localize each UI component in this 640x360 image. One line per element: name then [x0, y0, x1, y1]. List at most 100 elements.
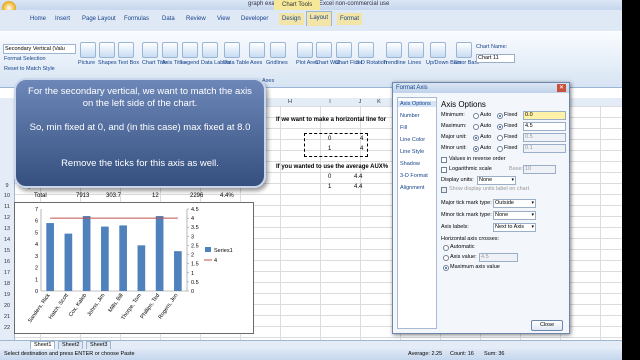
nav-alignment[interactable]: Alignment [400, 185, 424, 191]
chart-name-field[interactable]: Chart 11 [476, 54, 515, 63]
plot-area-icon[interactable] [297, 42, 313, 58]
picture-icon[interactable] [80, 42, 96, 58]
axis-titles-icon[interactable] [162, 42, 178, 58]
row-header[interactable]: 10 [0, 193, 14, 199]
minor-fixed-radio[interactable] [497, 146, 503, 152]
tab-formulas[interactable]: Formulas [124, 13, 149, 25]
chart-floor-icon[interactable] [336, 42, 352, 58]
row-header[interactable]: 19 [0, 292, 14, 298]
row-header[interactable]: 12 [0, 215, 14, 221]
nav-shadow[interactable]: Shadow [400, 161, 420, 167]
nav-fill[interactable]: Fill [400, 125, 407, 131]
gridlines-icon[interactable] [270, 42, 286, 58]
cell-value[interactable]: 4.4 [354, 174, 362, 180]
row-header[interactable]: 21 [0, 314, 14, 320]
nav-number[interactable]: Number [400, 113, 420, 119]
text-box-icon[interactable] [118, 42, 134, 58]
cell-value[interactable]: 303.7 [106, 193, 121, 199]
row-header[interactable]: 16 [0, 259, 14, 265]
minor-auto-radio[interactable] [473, 146, 479, 152]
up-down-bars-icon[interactable] [430, 42, 446, 58]
display-units-select[interactable]: None [477, 176, 516, 185]
row-header[interactable]: 13 [0, 226, 14, 232]
nav-line-color[interactable]: Line Color [400, 137, 425, 143]
minor-tick-select[interactable]: None [493, 211, 536, 220]
embedded-chart[interactable]: 0 1 2 3 4 5 6 7 0 0.5 1 1.5 2 2.5 3 3.5 4 4.5 Sanders, Ric… [14, 202, 254, 334]
cell-value[interactable]: 2296 [190, 193, 203, 199]
tab-data[interactable]: Data [162, 13, 175, 25]
tab-insert[interactable]: Insert [55, 13, 70, 25]
close-button[interactable]: Close [531, 320, 563, 331]
cell-value[interactable]: 4 [360, 136, 363, 142]
nav-axis-options[interactable]: Axis Options [398, 101, 436, 107]
cell-value[interactable]: 7913 [76, 193, 89, 199]
max-fixed-radio[interactable] [497, 124, 503, 130]
shapes-icon[interactable] [99, 42, 115, 58]
row-header[interactable]: 15 [0, 248, 14, 254]
crosses-max-radio[interactable] [443, 265, 449, 271]
error-bars-icon[interactable] [456, 42, 472, 58]
crosses-axis-value-radio[interactable] [443, 255, 449, 261]
log-scale-checkbox[interactable] [441, 167, 447, 173]
min-auto-radio[interactable] [473, 113, 479, 119]
tab-format[interactable]: Format [337, 13, 363, 25]
tab-home[interactable]: Home [30, 13, 46, 25]
row-header[interactable]: 14 [0, 237, 14, 243]
major-unit-input[interactable]: 0.5 [523, 133, 566, 142]
average-question[interactable]: If you wanted to use the average AUX% [276, 164, 388, 170]
major-fixed-radio[interactable] [497, 135, 503, 141]
column-header-h[interactable]: H [270, 98, 310, 106]
data-labels-icon[interactable] [202, 42, 218, 58]
cell-value[interactable]: 4.4 [354, 184, 362, 190]
cell-value[interactable]: 0 [328, 136, 331, 142]
column-header-k[interactable]: K [368, 98, 390, 106]
data-table-icon[interactable] [224, 42, 240, 58]
cell-value[interactable]: 0 [328, 174, 331, 180]
tab-design[interactable]: Design [279, 13, 304, 25]
min-value-input[interactable]: 0.0 [523, 111, 566, 120]
base-input[interactable]: 10 [523, 165, 556, 174]
dialog-close-icon[interactable]: ✕ [557, 84, 566, 92]
max-value-input[interactable]: 4.5 [523, 122, 566, 131]
lines-icon[interactable] [408, 42, 424, 58]
nav-3d-format[interactable]: 3-D Format [400, 173, 428, 179]
show-units-checkbox[interactable] [441, 187, 447, 193]
cell-total[interactable]: Total [34, 193, 47, 199]
nav-line-style[interactable]: Line Style [400, 149, 424, 155]
minor-unit-input[interactable]: 0.1 [523, 144, 566, 153]
legend-icon[interactable] [182, 42, 198, 58]
tab-layout[interactable]: Layout [306, 11, 333, 26]
reset-style-button[interactable]: Reset to Match Style [4, 66, 55, 72]
min-fixed-radio[interactable] [497, 113, 503, 119]
chart-wall-icon[interactable] [316, 42, 332, 58]
3d-rotation-icon[interactable] [358, 42, 374, 58]
tab-developer[interactable]: Developer [241, 13, 268, 25]
max-auto-radio[interactable] [473, 124, 479, 130]
cell-value[interactable]: 12 [152, 193, 159, 199]
major-tick-select[interactable]: Outside [493, 199, 536, 208]
horizontal-line-question[interactable]: If we want to make a horizontal line for [276, 117, 386, 123]
cell-value[interactable]: 1 [328, 184, 331, 190]
chart-title-icon[interactable] [142, 42, 158, 58]
axes-icon[interactable] [249, 42, 265, 58]
crosses-automatic-radio[interactable] [443, 245, 449, 251]
tab-view[interactable]: View [217, 13, 230, 25]
format-selection-button[interactable]: Format Selection [4, 56, 46, 62]
tab-review[interactable]: Review [186, 13, 206, 25]
chart-element-selector[interactable]: Secondary Vertical (Valu [3, 44, 76, 54]
axis-labels-select[interactable]: Next to Axis [493, 223, 536, 232]
cell-value[interactable]: 4 [360, 146, 363, 152]
row-header[interactable]: 20 [0, 303, 14, 309]
cell-value[interactable]: 1 [328, 146, 331, 152]
row-header[interactable]: 22 [0, 325, 14, 331]
reverse-order-checkbox[interactable] [441, 157, 447, 163]
major-auto-radio[interactable] [473, 135, 479, 141]
row-header[interactable]: 9 [0, 183, 14, 189]
tab-page-layout[interactable]: Page Layout [82, 13, 116, 25]
cell-value[interactable]: 4.4% [220, 193, 234, 199]
crosses-axis-value-input[interactable]: 4.5 [479, 253, 518, 262]
trendline-icon[interactable] [386, 42, 402, 58]
row-header[interactable]: 18 [0, 281, 14, 287]
row-header[interactable]: 17 [0, 270, 14, 276]
row-header[interactable]: 11 [0, 204, 14, 210]
